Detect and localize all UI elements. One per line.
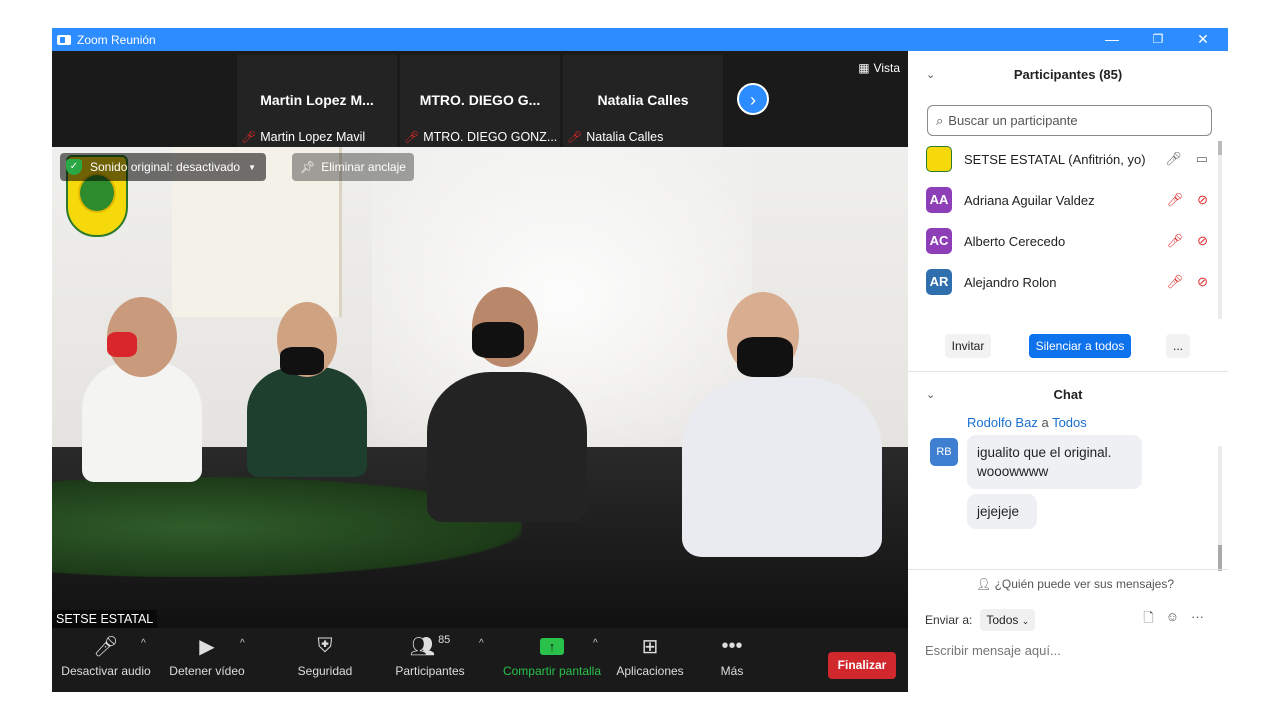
participants-button[interactable]: 👥︎ 85 Participantes: [392, 628, 468, 692]
chat-message: igualito que el original. wooowwww: [967, 435, 1142, 489]
thumbnail-label: Martin Lopez Mavil: [260, 130, 366, 144]
unpin-button[interactable]: 📌︎ Eliminar anclaje: [292, 153, 414, 181]
apps-button[interactable]: ⊞ Aplicaciones: [614, 628, 686, 692]
encryption-shield-icon: ✓: [66, 159, 82, 175]
recipient-name[interactable]: Todos: [1052, 415, 1087, 430]
person-info-icon: 👤︎: [976, 577, 992, 591]
zoom-window: Zoom Reunión — ❐ ✕ Martin Lopez M... 🎤︎ M…: [52, 28, 1228, 692]
people-icon: 👥︎: [409, 635, 436, 658]
camera-off-icon[interactable]: ⊘: [1197, 233, 1208, 249]
grid-icon: ▦: [858, 61, 870, 75]
participants-count: 85: [438, 634, 451, 646]
camera-off-icon[interactable]: ⊘: [1197, 192, 1208, 208]
pin-icon: 📌︎: [300, 160, 316, 174]
who-can-see-link[interactable]: 👤︎ ¿Quién puede ver sus mensajes?: [976, 577, 1174, 591]
avatar: RB: [930, 438, 958, 466]
audio-options-caret-icon[interactable]: ^: [141, 638, 146, 649]
minimize-button[interactable]: —: [1089, 28, 1135, 51]
thumbnail-name: Natalia Calles: [597, 92, 689, 108]
shield-icon: ⛨: [317, 634, 333, 657]
camera-off-icon[interactable]: ⊘: [1197, 274, 1208, 290]
title-bar: Zoom Reunión — ❐ ✕: [52, 28, 1228, 51]
share-screen-icon: ↑: [540, 637, 564, 655]
invite-button[interactable]: Invitar: [945, 334, 991, 358]
chevron-down-icon: ⌄: [1021, 616, 1030, 626]
mic-muted-icon[interactable]: 🎤︎: [1167, 192, 1184, 208]
send-to-dropdown[interactable]: Todos ⌄: [980, 609, 1036, 631]
chat-message-input[interactable]: [925, 640, 1215, 660]
share-options-caret-icon[interactable]: ^: [593, 638, 598, 649]
participants-scrollbar[interactable]: [1218, 141, 1222, 319]
participant-row[interactable]: SETSE ESTATAL (Anfitrión, yo) 🎤︎ ▭: [926, 143, 1208, 175]
chevron-down-icon: ▼: [248, 162, 257, 172]
file-icon[interactable]: 🗋︎: [1143, 609, 1153, 631]
search-icon: ⌕: [936, 112, 944, 128]
mic-muted-icon[interactable]: 🎤︎: [1167, 233, 1184, 249]
microphone-icon: 🎤︎: [93, 635, 119, 658]
avatar: AR: [926, 269, 952, 295]
security-button[interactable]: ⛨ Seguridad: [292, 628, 358, 692]
active-speaker-video[interactable]: ✓ Sonido original: desactivado ▼ 📌︎ Elim…: [52, 147, 908, 628]
participant-thumbnail[interactable]: Natalia Calles 🎤︎ Natalia Calles: [563, 55, 723, 147]
thumbnail-label: Natalia Calles: [586, 130, 664, 144]
camera-icon[interactable]: ▭: [1196, 151, 1208, 167]
original-sound-toggle[interactable]: ✓ Sonido original: desactivado ▼: [60, 153, 267, 181]
thumbnail-name: MTRO. DIEGO G...: [419, 92, 541, 108]
close-button[interactable]: ✕: [1180, 28, 1226, 51]
mic-muted-icon: 🎤︎: [567, 130, 583, 144]
more-dots-icon[interactable]: ···: [1191, 609, 1204, 631]
chat-message: jejejeje: [967, 494, 1037, 529]
sender-name[interactable]: Rodolfo Baz: [967, 415, 1038, 430]
emoji-icon[interactable]: ☺︎: [1166, 609, 1179, 631]
participant-search[interactable]: ⌕ Buscar un participante: [927, 105, 1212, 136]
participant-thumbnail[interactable]: MTRO. DIEGO G... 🎤︎ MTRO. DIEGO GONZ...: [400, 55, 560, 147]
restore-button[interactable]: ❐: [1135, 28, 1181, 51]
thumbnail-name: Martin Lopez M...: [260, 92, 374, 108]
participants-caret-icon[interactable]: ^: [479, 638, 484, 649]
video-options-caret-icon[interactable]: ^: [240, 638, 245, 649]
more-button[interactable]: ••• Más: [712, 628, 752, 692]
stop-video-button[interactable]: ▶︎ Detener vídeo: [164, 628, 250, 692]
more-dots-icon: •••: [721, 634, 743, 657]
avatar: AA: [926, 187, 952, 213]
participant-row[interactable]: AC Alberto Cerecedo 🎤︎ ⊘: [926, 225, 1208, 257]
participant-row[interactable]: AA Adriana Aguilar Valdez 🎤︎ ⊘: [926, 184, 1208, 216]
mute-all-button[interactable]: Silenciar a todos: [1029, 334, 1131, 358]
zoom-logo-icon: [57, 34, 71, 45]
apps-icon: ⊞: [641, 635, 659, 658]
window-title: Zoom Reunión: [77, 32, 156, 47]
thumbnail-label: MTRO. DIEGO GONZ...: [423, 130, 558, 144]
view-button[interactable]: ▦ Vista: [858, 61, 900, 75]
participant-row[interactable]: AR Alejandro Rolon 🎤︎ ⊘: [926, 266, 1208, 298]
speaker-name-label: SETSE ESTATAL: [52, 610, 158, 628]
avatar: AC: [926, 228, 952, 254]
camera-icon: ▶︎: [199, 635, 215, 658]
mic-muted-icon: 🎤︎: [241, 130, 257, 144]
end-meeting-button[interactable]: Finalizar: [828, 652, 896, 679]
meeting-toolbar: 🎤︎ Desactivar audio ^ ▶︎ Detener vídeo ^…: [52, 628, 908, 692]
chat-sender-line: Rodolfo Baz a Todos: [967, 415, 1087, 430]
mute-audio-button[interactable]: 🎤︎ Desactivar audio: [60, 628, 152, 692]
chat-scrollbar[interactable]: [1218, 446, 1222, 571]
thumbnail-strip: Martin Lopez M... 🎤︎ Martin Lopez Mavil M…: [52, 51, 908, 147]
next-page-arrow-icon[interactable]: ›: [737, 83, 769, 115]
mic-muted-icon: 🎤︎: [404, 130, 420, 144]
side-panel: ⌄ Participantes (85) ⌕ Buscar un partici…: [908, 51, 1228, 692]
chat-title: Chat: [1053, 387, 1083, 402]
mic-muted-icon[interactable]: 🎤︎: [1167, 274, 1184, 290]
more-options-button[interactable]: ...: [1166, 334, 1190, 358]
share-screen-button[interactable]: ↑ Compartir pantalla: [500, 628, 604, 692]
send-to-row: Enviar a: Todos ⌄: [925, 609, 1036, 631]
microphone-icon[interactable]: 🎤︎: [1165, 151, 1182, 167]
video-area: Martin Lopez M... 🎤︎ Martin Lopez Mavil M…: [52, 51, 908, 628]
chat-tools: 🗋︎ ☺︎ ···: [1143, 609, 1204, 631]
participant-thumbnail[interactable]: Martin Lopez M... 🎤︎ Martin Lopez Mavil: [237, 55, 397, 147]
participants-title: Participantes (85): [1013, 67, 1123, 82]
avatar: [926, 146, 952, 172]
